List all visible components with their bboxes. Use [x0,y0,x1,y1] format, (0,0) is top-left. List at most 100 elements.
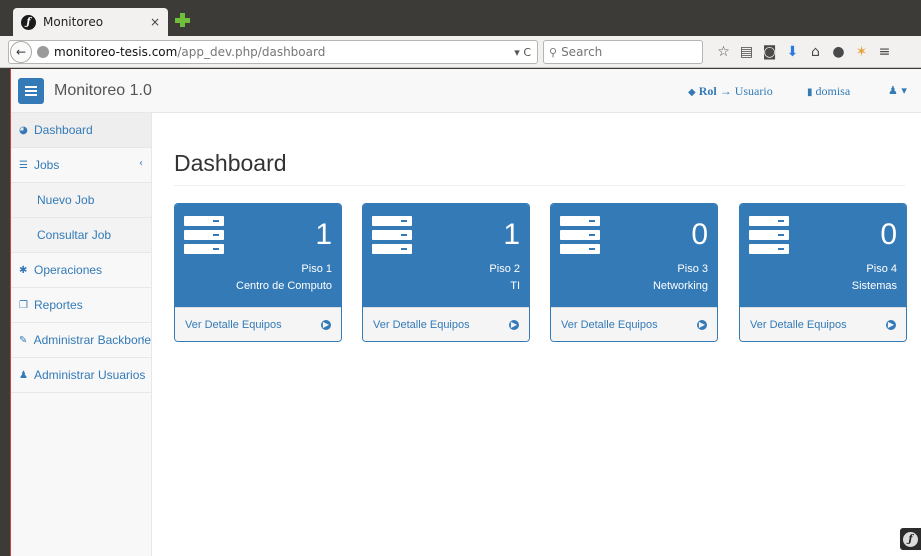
nav-username: domisa [815,84,851,98]
search-icon: ⚲ [549,45,558,59]
area-label: Sistemas [851,280,897,292]
sidebar-item-dashboard[interactable]: ◕ Dashboard [11,113,151,148]
sidebar-item-label: Dashboard [34,123,93,137]
url-bar[interactable]: ← monitoreo-tesis.com/app_dev.php/dashbo… [8,40,538,64]
search-input[interactable] [561,45,692,59]
nav-usuario-label: Usuario [734,84,773,98]
floor-panel: 0 Piso 4 Sistemas Ver Detalle Equipos ▶ [739,203,907,342]
symfony-logo-icon: ƒ [903,531,918,547]
floor-label: Piso 4 [866,263,897,275]
sidebar-item-label: Operaciones [34,263,103,277]
main-content: Dashboard 1 Piso 1 Centro de Computo Ver… [152,113,921,556]
chat-icon[interactable]: ● [827,44,850,60]
star-icon[interactable]: ☆ [712,44,735,60]
site-info-icon[interactable] [37,46,49,58]
area-label: Networking [652,280,708,292]
equipment-count: 0 [880,218,897,251]
sidebar-item-label: Jobs [34,158,60,172]
download-icon[interactable]: ⬇ [781,44,804,60]
view-details-link[interactable]: Ver Detalle Equipos ▶ [551,307,717,341]
nav-arrow: → [719,84,732,98]
equipment-count: 1 [315,218,332,251]
sidebar-item-consultar-job[interactable]: Consultar Job [11,218,151,253]
chevron-left-icon: ‹ [139,158,143,169]
sidebar-item-administrar-usuarios[interactable]: ♟ Administrar Usuarios [11,358,151,393]
new-tab-plus-icon[interactable] [174,12,190,28]
sidebar-item-reportes[interactable]: ❐ Reportes [11,288,151,323]
server-icon [749,216,789,254]
tag-icon: ◆ [688,87,696,98]
floor-panel: 1 Piso 1 Centro de Computo Ver Detalle E… [174,203,342,342]
app-top-navbar: Monitoreo 1.0 ◆ Rol → Usuario ▮ domisa ♟… [11,69,921,113]
area-label: Centro de Computo [236,280,332,292]
browser-tab-bar: ƒ Monitoreo × [0,0,921,36]
equipment-count: 0 [691,218,708,251]
web-page: Monitoreo 1.0 ◆ Rol → Usuario ▮ domisa ♟… [10,69,921,556]
url-reload-icon[interactable]: ▾ C [514,46,531,59]
bookmark-icon: ▮ [807,87,813,98]
browser-search-box[interactable]: ⚲ [543,40,703,64]
user-menu-dropdown[interactable]: ♟ ▾ [888,84,907,97]
view-details-label: Ver Detalle Equipos [185,318,282,331]
arrow-circle-right-icon: ▶ [321,319,331,330]
symfony-toolbar-toggle[interactable]: ƒ [900,528,921,550]
extension-icon[interactable]: ✶ [850,44,873,60]
server-icon [372,216,412,254]
view-details-label: Ver Detalle Equipos [561,318,658,331]
page-title: Dashboard [174,150,287,176]
copy-icon: ❐ [19,299,28,311]
view-details-link[interactable]: Ver Detalle Equipos ▶ [175,307,341,341]
sidebar-item-operaciones[interactable]: ✱ Operaciones [11,253,151,288]
nav-role-link[interactable]: ◆ Rol → Usuario [688,84,773,99]
url-host: monitoreo-tesis.com [54,45,178,59]
floor-panel: 0 Piso 3 Networking Ver Detalle Equipos … [550,203,718,342]
sidebar-item-nuevo-job[interactable]: Nuevo Job [11,183,151,218]
sidebar-item-jobs[interactable]: ☰ Jobs ‹ [11,148,151,183]
nav-role-label: Rol [698,84,717,98]
server-icon [560,216,600,254]
floor-label: Piso 3 [677,263,708,275]
caret-down-icon: ▾ [901,84,907,97]
view-details-link[interactable]: Ver Detalle Equipos ▶ [363,307,529,341]
floor-panel: 1 Piso 2 TI Ver Detalle Equipos ▶ [362,203,530,342]
sidebar-item-label: Reportes [34,298,83,312]
pocket-icon[interactable]: ◙ [758,44,781,60]
app-brand[interactable]: Monitoreo 1.0 [54,82,152,100]
chevron-left-icon: ‹ [141,333,145,344]
view-details-link[interactable]: Ver Detalle Equipos ▶ [740,307,906,341]
header-divider [174,185,905,186]
symfony-favicon-icon: ƒ [21,14,36,30]
floor-label: Piso 1 [301,263,332,275]
panel-heading: 0 Piso 4 Sistemas [740,204,906,307]
sidebar-item-administrar-backbone[interactable]: ✎ Administrar Backbone ‹ [11,323,151,358]
panel-heading: 1 Piso 2 TI [363,204,529,307]
arrow-circle-right-icon: ▶ [509,319,519,330]
browser-tab[interactable]: ƒ Monitoreo × [13,8,168,36]
reading-list-icon[interactable]: ▤ [735,44,758,60]
nav-username-link[interactable]: ▮ domisa [807,84,850,99]
menu-icon[interactable]: ≡ [873,44,896,60]
dashboard-icon: ◕ [19,124,28,136]
gear-icon: ✱ [19,264,28,276]
user-icon: ♟ [19,369,28,381]
sidebar: ◕ Dashboard ☰ Jobs ‹ Nuevo Job Consultar… [11,113,152,556]
browser-nav-bar: ← monitoreo-tesis.com/app_dev.php/dashbo… [0,36,921,68]
tab-close-icon[interactable]: × [150,15,160,29]
panel-heading: 0 Piso 3 Networking [551,204,717,307]
home-icon[interactable]: ⌂ [804,44,827,60]
back-arrow-icon[interactable]: ← [10,41,32,63]
wrench-icon: ✎ [19,334,28,346]
sidebar-toggle-icon[interactable] [18,78,44,104]
panel-heading: 1 Piso 1 Centro de Computo [175,204,341,307]
server-icon [184,216,224,254]
equipment-count: 1 [503,218,520,251]
list-icon: ☰ [19,159,28,171]
sidebar-item-label: Consultar Job [37,228,112,242]
url-path: /app_dev.php/dashboard [177,45,326,59]
view-details-label: Ver Detalle Equipos [750,318,847,331]
sidebar-item-label: Nuevo Job [37,193,95,207]
floor-label: Piso 2 [489,263,520,275]
user-icon: ♟ [888,84,898,97]
tab-title: Monitoreo [43,15,104,29]
sidebar-item-label: Administrar Usuarios [34,368,146,382]
